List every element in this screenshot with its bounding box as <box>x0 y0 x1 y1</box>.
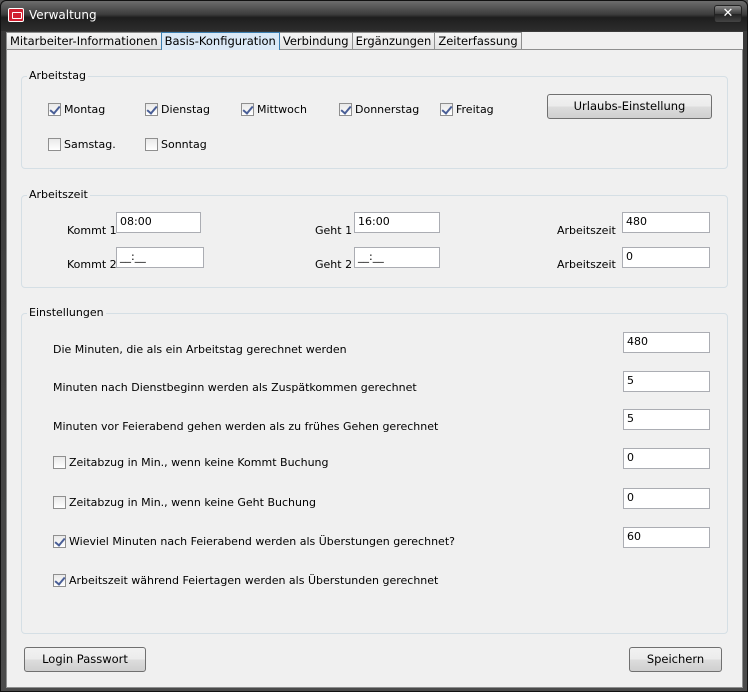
mittwoch-label: Mittwoch <box>257 103 307 116</box>
samstag-checkbox-box[interactable] <box>48 138 61 151</box>
checkbox-samstag[interactable]: Samstag. <box>48 138 116 151</box>
donnerstag-label: Donnerstag <box>355 103 420 116</box>
kommt2-input[interactable]: __:__ <box>116 247 204 268</box>
checkbox-montag[interactable]: Montag <box>48 103 105 116</box>
arbeitstag-group: Arbeitstag Montag Dienstag Mittwoch Donn… <box>21 69 728 169</box>
zuspaetkommen-input[interactable]: 5 <box>623 371 710 392</box>
arbeitszeit-group: Arbeitszeit Kommt 1 08:00 Geht 1 16:00 A… <box>21 188 728 288</box>
montag-checkbox-box[interactable] <box>48 103 61 116</box>
tab-strip: Mitarbeiter-Informationen Basis-Konfigur… <box>6 32 522 50</box>
main-window: Verwaltung ✕ Mitarbeiter-Informationen B… <box>0 0 748 692</box>
einstellungen-group-title: Einstellungen <box>27 306 106 320</box>
zuspaetkommen-label: Minuten nach Dienstbeginn werden als Zus… <box>53 381 417 394</box>
checkbox-kommt-buchung[interactable]: Zeitabzug in Min., wenn keine Kommt Buch… <box>53 456 329 469</box>
speichern-button[interactable]: Speichern <box>629 647 722 672</box>
app-icon <box>8 8 24 22</box>
tab-zeiterfassung[interactable]: Zeiterfassung <box>434 32 522 49</box>
geht2-input[interactable]: __:__ <box>354 247 440 268</box>
kommt1-label: Kommt 1 <box>67 224 117 237</box>
tab-ergaenzungen[interactable]: Ergänzungen <box>351 32 436 49</box>
checkbox-geht-buchung[interactable]: Zeitabzug in Min., wenn keine Geht Buchu… <box>53 496 316 509</box>
checkbox-mittwoch[interactable]: Mittwoch <box>241 103 307 116</box>
geht-buchung-input[interactable]: 0 <box>623 488 710 509</box>
window-title: Verwaltung <box>29 8 97 22</box>
geht-buchung-checkbox-box[interactable] <box>53 496 66 509</box>
geht1-label: Geht 1 <box>315 224 353 237</box>
geht1-input[interactable]: 16:00 <box>354 212 440 233</box>
fruehes-gehen-input[interactable]: 5 <box>623 409 710 430</box>
fruehes-gehen-label: Minuten vor Feierabend gehen werden als … <box>53 420 439 433</box>
checkbox-ueberstunden-feierabend[interactable]: Wieviel Minuten nach Feierabend werden a… <box>53 535 455 548</box>
checkbox-dienstag[interactable]: Dienstag <box>145 103 210 116</box>
donnerstag-checkbox-box[interactable] <box>339 103 352 116</box>
ueberstunden-feierabend-input[interactable]: 60 <box>623 527 710 548</box>
checkbox-sonntag[interactable]: Sonntag <box>145 138 207 151</box>
mittwoch-checkbox-box[interactable] <box>241 103 254 116</box>
einstellungen-group: Einstellungen Die Minuten, die als ein A… <box>21 306 728 634</box>
title-bar[interactable]: Verwaltung ✕ <box>1 1 747 31</box>
urlaubs-einstellung-button[interactable]: Urlaubs-Einstellung <box>547 94 712 119</box>
freitag-checkbox-box[interactable] <box>440 103 453 116</box>
kommt-buchung-label: Zeitabzug in Min., wenn keine Kommt Buch… <box>69 456 329 469</box>
ueberstunden-feierabend-label: Wieviel Minuten nach Feierabend werden a… <box>69 535 455 548</box>
arbeitstag-group-title: Arbeitstag <box>27 69 88 83</box>
kommt2-label: Kommt 2 <box>67 258 117 271</box>
arbeitszeit1-input[interactable]: 480 <box>622 212 710 233</box>
kommt1-input[interactable]: 08:00 <box>116 212 201 233</box>
kommt-buchung-checkbox-box[interactable] <box>53 456 66 469</box>
montag-label: Montag <box>64 103 106 116</box>
arbeitszeit1-label: Arbeitszeit <box>557 224 616 237</box>
arbeitszeit2-label: Arbeitszeit <box>557 258 616 271</box>
kommt-buchung-input[interactable]: 0 <box>623 448 710 469</box>
sonntag-checkbox-box[interactable] <box>145 138 158 151</box>
tab-basis-konfiguration[interactable]: Basis-Konfiguration <box>160 32 280 50</box>
freitag-label: Freitag <box>456 103 494 116</box>
feiertage-checkbox-box[interactable] <box>53 574 66 587</box>
tab-verbindung[interactable]: Verbindung <box>278 32 353 49</box>
close-button[interactable]: ✕ <box>714 5 742 23</box>
ueberstunden-feierabend-checkbox-box[interactable] <box>53 535 66 548</box>
tab-mitarbeiter-informationen[interactable]: Mitarbeiter-Informationen <box>6 32 162 49</box>
dienstag-label: Dienstag <box>161 103 211 116</box>
client-area: Mitarbeiter-Informationen Basis-Konfigur… <box>6 32 743 688</box>
dienstag-checkbox-box[interactable] <box>145 103 158 116</box>
tab-panel-basis-konfiguration: Arbeitstag Montag Dienstag Mittwoch Donn… <box>6 49 743 688</box>
arbeitstag-minuten-input[interactable]: 480 <box>623 332 710 353</box>
checkbox-feiertage[interactable]: Arbeitszeit während Feiertagen werden al… <box>53 574 438 587</box>
login-passwort-button[interactable]: Login Passwort <box>24 647 146 672</box>
geht-buchung-label: Zeitabzug in Min., wenn keine Geht Buchu… <box>69 496 316 509</box>
checkbox-freitag[interactable]: Freitag <box>440 103 494 116</box>
geht2-label: Geht 2 <box>315 258 353 271</box>
arbeitszeit-group-title: Arbeitszeit <box>27 188 90 202</box>
arbeitstag-minuten-label: Die Minuten, die als ein Arbeitstag gere… <box>53 343 347 356</box>
sonntag-label: Sonntag <box>161 138 207 151</box>
feiertage-label: Arbeitszeit während Feiertagen werden al… <box>69 574 439 587</box>
samstag-label: Samstag. <box>64 138 116 151</box>
arbeitszeit2-input[interactable]: 0 <box>622 247 710 268</box>
checkbox-donnerstag[interactable]: Donnerstag <box>339 103 419 116</box>
